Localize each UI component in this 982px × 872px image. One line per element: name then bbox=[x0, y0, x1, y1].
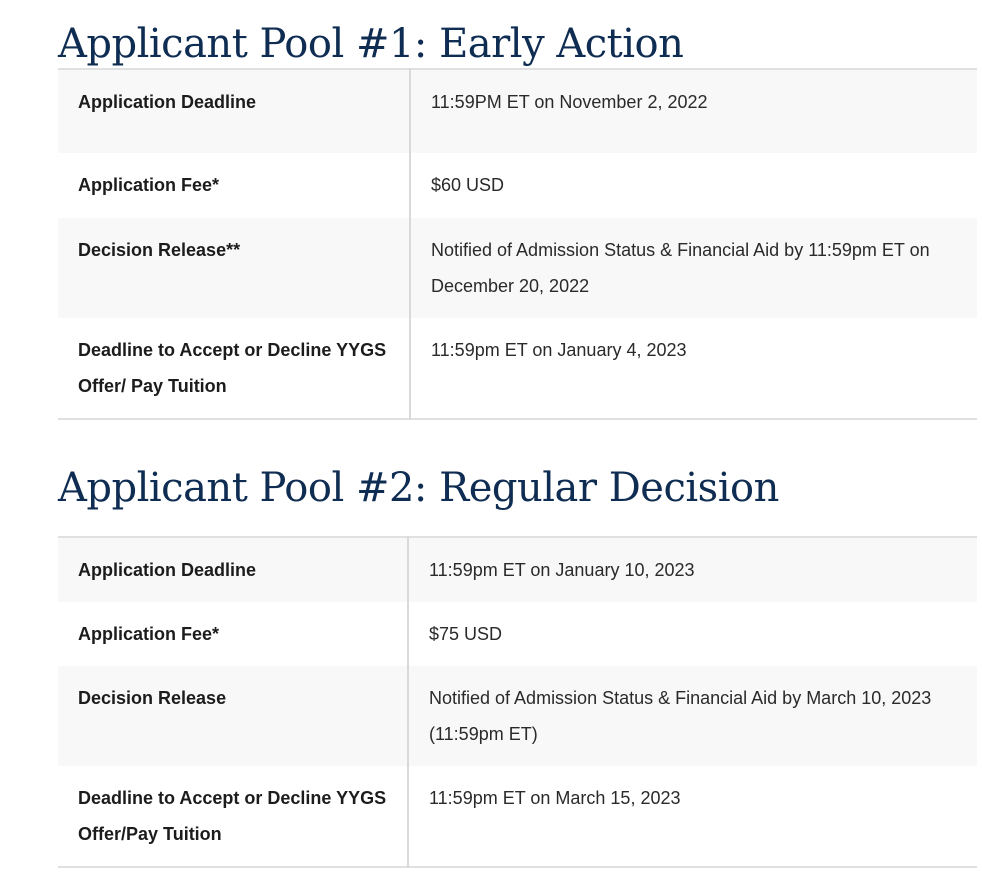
table-row: Application Fee* $60 USD bbox=[58, 153, 977, 218]
row-value: Notified of Admission Status & Financial… bbox=[410, 218, 977, 318]
row-value: 11:59pm ET on March 15, 2023 bbox=[408, 766, 977, 867]
early-action-section: Applicant Pool #1: Early Action Applicat… bbox=[58, 0, 977, 420]
table-row: Application Fee* $75 USD bbox=[58, 602, 977, 666]
regular-decision-section: Applicant Pool #2: Regular Decision Appl… bbox=[58, 444, 977, 868]
row-label: Application Deadline bbox=[58, 69, 411, 153]
row-label: Application Fee* bbox=[58, 153, 411, 218]
row-value: 11:59pm ET on January 10, 2023 bbox=[408, 537, 977, 602]
row-label: Decision Release bbox=[58, 666, 409, 766]
table-row: Decision Release Notified of Admission S… bbox=[58, 666, 977, 766]
regular-decision-table: Application Deadline 11:59pm ET on Janua… bbox=[58, 536, 977, 868]
row-label: Application Fee* bbox=[58, 602, 409, 666]
pool-title: Applicant Pool #1: Early Action bbox=[58, 21, 684, 67]
row-value: 11:59pm ET on January 4, 2023 bbox=[410, 318, 977, 419]
row-value: Notified of Admission Status & Financial… bbox=[408, 666, 977, 766]
early-action-table: Application Deadline 11:59PM ET on Novem… bbox=[58, 68, 977, 420]
table-row: Application Deadline 11:59pm ET on Janua… bbox=[58, 537, 977, 602]
row-value: $60 USD bbox=[410, 153, 977, 218]
table-row: Application Deadline 11:59PM ET on Novem… bbox=[58, 69, 977, 153]
row-label: Deadline to Accept or Decline YYGS Offer… bbox=[58, 766, 409, 867]
table-row: Deadline to Accept or Decline YYGS Offer… bbox=[58, 318, 977, 419]
row-value: $75 USD bbox=[408, 602, 977, 666]
row-label: Application Deadline bbox=[58, 537, 409, 602]
table-row: Decision Release** Notified of Admission… bbox=[58, 218, 977, 318]
row-label: Decision Release** bbox=[58, 218, 411, 318]
table-row: Deadline to Accept or Decline YYGS Offer… bbox=[58, 766, 977, 867]
pool-title: Applicant Pool #2: Regular Decision bbox=[58, 465, 779, 511]
row-label: Deadline to Accept or Decline YYGS Offer… bbox=[58, 318, 411, 419]
row-value: 11:59PM ET on November 2, 2022 bbox=[410, 69, 977, 153]
